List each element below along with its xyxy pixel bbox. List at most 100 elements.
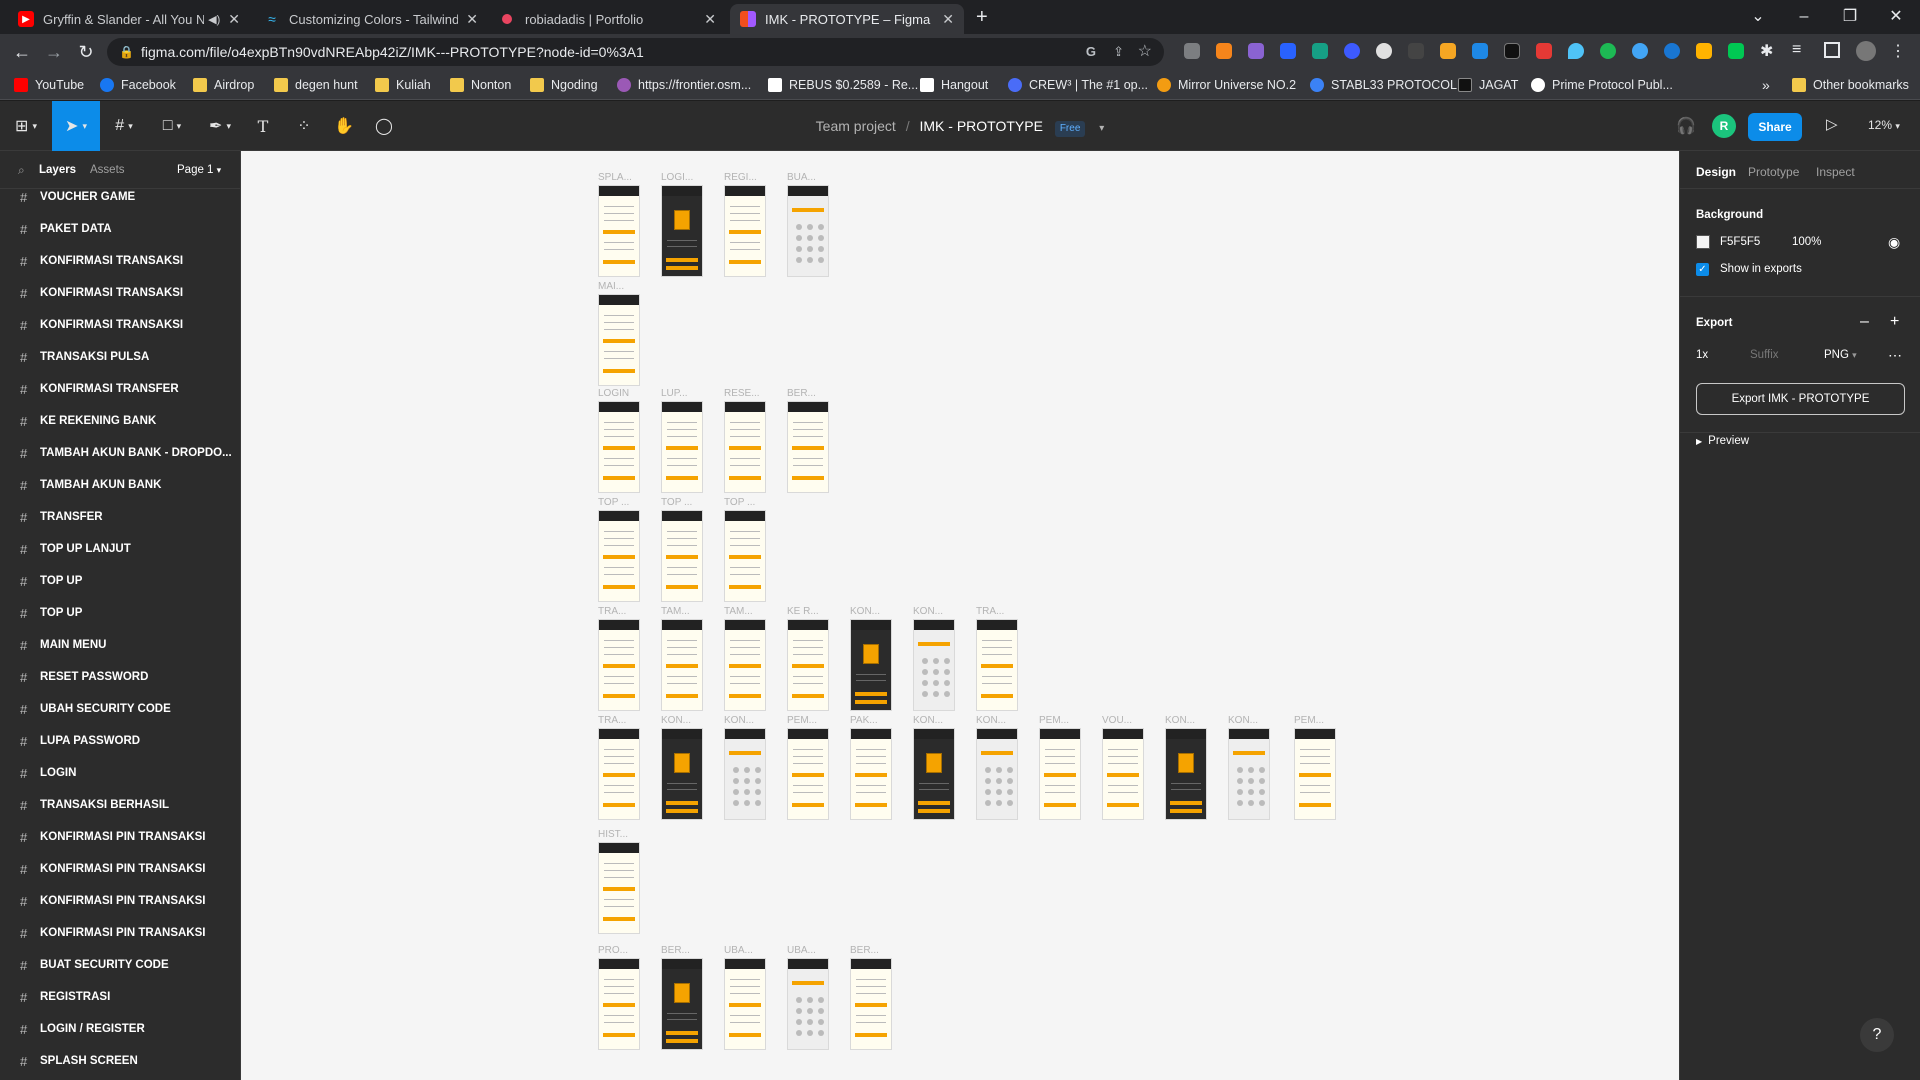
- bookmark-airdrop[interactable]: Airdrop: [193, 76, 254, 94]
- layer-item[interactable]: # TRANSAKSI BERHASIL: [0, 789, 240, 821]
- headphones-icon[interactable]: 🎧: [1676, 116, 1696, 136]
- side-panel-icon[interactable]: [1824, 42, 1840, 58]
- browser-tab-active[interactable]: IMK - PROTOTYPE – Figma ✕: [730, 4, 964, 34]
- layer-item[interactable]: # REGISTRASI: [0, 981, 240, 1013]
- frame-label[interactable]: SPLA...: [598, 172, 632, 183]
- bookmark-star-icon[interactable]: ☆: [1138, 38, 1152, 66]
- tab-search-icon[interactable]: ⌄: [1736, 4, 1780, 30]
- frame-label[interactable]: UBA...: [787, 945, 816, 956]
- bookmark-frontier[interactable]: https://frontier.osm...: [617, 76, 751, 94]
- restore-icon[interactable]: ❐: [1828, 4, 1872, 30]
- extension-icon[interactable]: [1376, 43, 1392, 59]
- layer-item[interactable]: # TOP UP: [0, 597, 240, 629]
- export-scale[interactable]: 1x: [1696, 349, 1708, 361]
- reload-icon[interactable]: ↻: [74, 42, 98, 62]
- eye-icon[interactable]: ◉: [1888, 234, 1900, 251]
- layer-item[interactable]: # TRANSFER: [0, 501, 240, 533]
- browser-tab[interactable]: ≈ Customizing Colors - Tailwind CS ✕: [254, 4, 488, 34]
- frame-label[interactable]: REGI...: [724, 172, 757, 183]
- other-bookmarks[interactable]: Other bookmarks: [1792, 76, 1909, 94]
- layer-item[interactable]: # KONFIRMASI PIN TRANSAKSI: [0, 917, 240, 949]
- frame-label[interactable]: TAM...: [724, 606, 753, 617]
- bookmark-kuliah[interactable]: Kuliah: [375, 76, 431, 94]
- reading-list-icon[interactable]: ≡: [1792, 41, 1801, 59]
- layer-item[interactable]: # MAIN MENU: [0, 629, 240, 661]
- bookmark-youtube[interactable]: YouTube: [14, 76, 84, 94]
- share-page-icon[interactable]: ⇪: [1113, 38, 1124, 66]
- extension-icon[interactable]: [1664, 43, 1680, 59]
- bookmark-facebook[interactable]: Facebook: [100, 76, 176, 94]
- extensions-puzzle-icon[interactable]: ✱: [1760, 41, 1773, 61]
- remove-export-icon[interactable]: –: [1860, 313, 1869, 331]
- checkbox-checked-icon[interactable]: ✓: [1696, 263, 1709, 276]
- extension-icon[interactable]: [1344, 43, 1360, 59]
- layer-item[interactable]: # KONFIRMASI PIN TRANSAKSI: [0, 885, 240, 917]
- frame-label[interactable]: MAI...: [598, 281, 624, 292]
- extension-icon[interactable]: [1728, 43, 1744, 59]
- layer-item[interactable]: # BUAT SECURITY CODE: [0, 949, 240, 981]
- frame-label[interactable]: KON...: [850, 606, 880, 617]
- background-hex[interactable]: F5F5F5: [1720, 236, 1760, 248]
- zoom-dropdown[interactable]: 12% ▾: [1868, 118, 1900, 132]
- close-tab-icon[interactable]: ✕: [942, 11, 954, 28]
- tab-inspect[interactable]: Inspect: [1816, 165, 1855, 179]
- bookmark-mirror-universe[interactable]: Mirror Universe NO.2: [1157, 76, 1296, 94]
- extension-icon[interactable]: [1184, 43, 1200, 59]
- export-suffix-input[interactable]: Suffix: [1750, 349, 1779, 361]
- frame-label[interactable]: PEM...: [1039, 715, 1069, 726]
- frame-label[interactable]: VOU...: [1102, 715, 1132, 726]
- minimize-icon[interactable]: –: [1782, 4, 1826, 30]
- bookmark-hangout[interactable]: Hangout: [920, 76, 988, 94]
- tab-prototype[interactable]: Prototype: [1748, 165, 1799, 179]
- layer-item[interactable]: # RESET PASSWORD: [0, 661, 240, 693]
- close-tab-icon[interactable]: ✕: [704, 11, 716, 28]
- layer-item[interactable]: # TAMBAH AKUN BANK: [0, 469, 240, 501]
- frame-label[interactable]: KON...: [1228, 715, 1258, 726]
- extension-icon[interactable]: [1568, 43, 1584, 59]
- browser-tab[interactable]: ▶ Gryffin & Slander - All You N ◀) ✕: [8, 4, 250, 34]
- frame-label[interactable]: KON...: [976, 715, 1006, 726]
- bookmark-ngoding[interactable]: Ngoding: [530, 76, 598, 94]
- extension-icon[interactable]: [1440, 43, 1456, 59]
- frame-label[interactable]: TOP ...: [724, 497, 755, 508]
- browser-menu-icon[interactable]: ⋮: [1890, 41, 1906, 61]
- layer-item[interactable]: # KONFIRMASI PIN TRANSAKSI: [0, 821, 240, 853]
- address-bar[interactable]: 🔒 figma.com/file/o4expBTn90vdNREAbp42iZ/…: [107, 38, 1164, 66]
- layer-item[interactable]: # SPLASH SCREEN: [0, 1045, 240, 1077]
- frame-label[interactable]: PEM...: [1294, 715, 1324, 726]
- file-name[interactable]: IMK - PROTOTYPE: [920, 118, 1043, 134]
- extension-icon[interactable]: [1632, 43, 1648, 59]
- close-tab-icon[interactable]: ✕: [466, 11, 478, 28]
- extension-icon[interactable]: [1472, 43, 1488, 59]
- share-button[interactable]: Share: [1748, 113, 1802, 141]
- frame-label[interactable]: KON...: [724, 715, 754, 726]
- background-opacity[interactable]: 100%: [1792, 236, 1821, 248]
- present-play-icon[interactable]: ▷: [1826, 115, 1838, 133]
- add-export-icon[interactable]: +: [1890, 313, 1899, 331]
- frame-label[interactable]: TOP ...: [661, 497, 692, 508]
- layer-item[interactable]: # KONFIRMASI TRANSAKSI: [0, 245, 240, 277]
- layer-item[interactable]: # PAKET DATA: [0, 213, 240, 245]
- page-selector[interactable]: Page 1 ▾: [177, 164, 221, 176]
- frame-label[interactable]: LOGIN: [598, 388, 629, 399]
- bookmark-stabl33[interactable]: STABL33 PROTOCOL: [1310, 76, 1457, 94]
- bookmark-degen-hunt[interactable]: degen hunt: [274, 76, 358, 94]
- frame-label[interactable]: TRA...: [598, 715, 626, 726]
- frame-label[interactable]: PAK...: [850, 715, 878, 726]
- layer-item[interactable]: # KONFIRMASI PIN TRANSAKSI: [0, 853, 240, 885]
- forward-icon[interactable]: →: [42, 42, 66, 62]
- frame-label[interactable]: BER...: [787, 388, 816, 399]
- frame-label[interactable]: TRA...: [598, 606, 626, 617]
- more-bookmarks-button[interactable]: »: [1762, 76, 1770, 94]
- layer-item[interactable]: # KONFIRMASI TRANSAKSI: [0, 309, 240, 341]
- layer-item[interactable]: # TOP UP LANJUT: [0, 533, 240, 565]
- bookmark-crew[interactable]: CREW³ | The #1 op...: [1008, 76, 1148, 94]
- layer-item[interactable]: # LOGIN / REGISTER: [0, 1013, 240, 1045]
- back-icon[interactable]: ←: [10, 42, 34, 62]
- extension-icon[interactable]: [1280, 43, 1296, 59]
- frame-label[interactable]: TAM...: [661, 606, 690, 617]
- layer-item[interactable]: # LOGIN: [0, 757, 240, 789]
- extension-icon[interactable]: [1696, 43, 1712, 59]
- new-tab-icon[interactable]: +: [976, 6, 988, 29]
- avatar[interactable]: R: [1712, 114, 1736, 138]
